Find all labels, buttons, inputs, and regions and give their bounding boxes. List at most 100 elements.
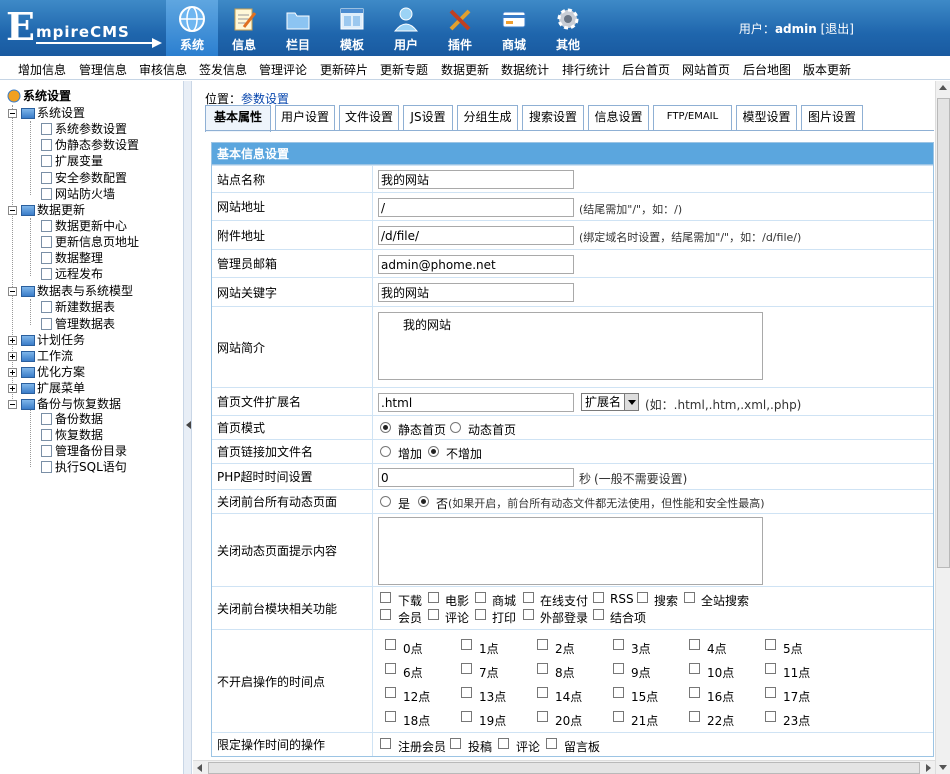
- expand-icon[interactable]: [8, 368, 17, 377]
- module-shop-checkbox[interactable]: [475, 592, 486, 603]
- sidebar-item-system-params[interactable]: 系统参数设置: [55, 121, 127, 137]
- site-name-input[interactable]: [378, 170, 574, 189]
- site-url-input[interactable]: [378, 198, 574, 217]
- sidebar-group-optimization[interactable]: 优化方案: [37, 364, 85, 380]
- sidebar-item-remote-publish[interactable]: 远程发布: [55, 266, 103, 282]
- module-rss-checkbox[interactable]: [593, 592, 604, 603]
- expand-icon[interactable]: [8, 352, 17, 361]
- tab-model[interactable]: 模型设置: [736, 105, 797, 131]
- sidebar-group-backup-restore[interactable]: 备份与恢复数据: [37, 396, 121, 412]
- menu-data-stats[interactable]: 数据统计: [501, 61, 549, 78]
- hour-10-checkbox[interactable]: [689, 663, 700, 674]
- hour-18-checkbox[interactable]: [385, 711, 396, 722]
- module-member-checkbox[interactable]: [380, 609, 391, 620]
- sidebar-item-update-page-url[interactable]: 更新信息页地址: [55, 234, 139, 250]
- nav-shop[interactable]: 商城: [488, 0, 540, 56]
- hour-12-checkbox[interactable]: [385, 687, 396, 698]
- collapse-icon[interactable]: [8, 287, 17, 296]
- module-print-checkbox[interactable]: [475, 609, 486, 620]
- scroll-thumb-h[interactable]: [208, 762, 920, 774]
- nav-other[interactable]: 其他: [542, 0, 594, 56]
- horizontal-scrollbar[interactable]: [193, 760, 935, 774]
- sidebar-item-ext-vars[interactable]: 扩展变量: [55, 153, 103, 169]
- sidebar-splitter[interactable]: [183, 81, 192, 774]
- hour-16-checkbox[interactable]: [689, 687, 700, 698]
- collapse-icon[interactable]: [8, 400, 17, 409]
- module-download-checkbox[interactable]: [380, 592, 391, 603]
- index-mode-dynamic-radio[interactable]: [450, 422, 461, 433]
- hour-8-checkbox[interactable]: [537, 663, 548, 674]
- sidebar-item-run-sql[interactable]: 执行SQL语句: [55, 459, 127, 475]
- tab-js[interactable]: JS设置: [403, 105, 453, 131]
- menu-site-home[interactable]: 网站首页: [682, 61, 730, 78]
- limit-submit-checkbox[interactable]: [450, 738, 461, 749]
- php-timeout-input[interactable]: [378, 468, 574, 487]
- limit-register-checkbox[interactable]: [380, 738, 391, 749]
- tab-image[interactable]: 图片设置: [801, 105, 863, 131]
- scroll-thumb[interactable]: [937, 98, 950, 568]
- sidebar-group-workflow[interactable]: 工作流: [37, 348, 73, 364]
- module-comment-checkbox[interactable]: [428, 609, 439, 620]
- scroll-down-icon[interactable]: [939, 765, 947, 770]
- hour-5-checkbox[interactable]: [765, 639, 776, 650]
- menu-ranking-stats[interactable]: 排行统计: [562, 61, 610, 78]
- module-movie-checkbox[interactable]: [428, 592, 439, 603]
- index-mode-static-radio[interactable]: [380, 422, 391, 433]
- expand-icon[interactable]: [8, 336, 17, 345]
- menu-data-update[interactable]: 数据更新: [441, 61, 489, 78]
- admin-email-input[interactable]: [378, 255, 574, 274]
- close-dynamic-yes-radio[interactable]: [380, 496, 391, 507]
- vertical-scrollbar[interactable]: [935, 81, 950, 774]
- menu-version-update[interactable]: 版本更新: [803, 61, 851, 78]
- empirecms-logo[interactable]: E mpireCMS: [6, 8, 162, 52]
- sidebar-group-data-update[interactable]: 数据更新: [37, 202, 85, 218]
- menu-review-info[interactable]: 审核信息: [139, 61, 187, 78]
- module-fullsearch-checkbox[interactable]: [684, 592, 695, 603]
- expand-icon[interactable]: [8, 384, 17, 393]
- index-ext-input[interactable]: [378, 393, 574, 412]
- nav-system[interactable]: 系统: [166, 0, 218, 56]
- tab-file[interactable]: 文件设置: [339, 105, 399, 131]
- intro-textarea[interactable]: 我的网站: [378, 312, 763, 380]
- collapse-icon[interactable]: [8, 109, 17, 118]
- menu-admin-map[interactable]: 后台地图: [743, 61, 791, 78]
- attach-url-input[interactable]: [378, 226, 574, 245]
- menu-admin-home[interactable]: 后台首页: [622, 61, 670, 78]
- keywords-input[interactable]: [378, 283, 574, 302]
- sidebar-item-rewrite-params[interactable]: 伪静态参数设置: [55, 137, 139, 153]
- sidebar-item-update-center[interactable]: 数据更新中心: [55, 218, 127, 234]
- nav-info[interactable]: 信息: [218, 0, 270, 56]
- hour-1-checkbox[interactable]: [461, 639, 472, 650]
- hour-2-checkbox[interactable]: [537, 639, 548, 650]
- hour-23-checkbox[interactable]: [765, 711, 776, 722]
- sidebar-item-manage-tables[interactable]: 管理数据表: [55, 316, 115, 332]
- hour-21-checkbox[interactable]: [613, 711, 624, 722]
- nav-plugin[interactable]: 插件: [434, 0, 486, 56]
- collapse-icon[interactable]: [8, 206, 17, 215]
- user-name[interactable]: admin: [775, 22, 817, 36]
- sidebar-group-scheduled-tasks[interactable]: 计划任务: [37, 332, 85, 348]
- hour-11-checkbox[interactable]: [765, 663, 776, 674]
- sidebar-item-new-table[interactable]: 新建数据表: [55, 299, 115, 315]
- hour-7-checkbox[interactable]: [461, 663, 472, 674]
- limit-comment-checkbox[interactable]: [498, 738, 509, 749]
- limit-guestbook-checkbox[interactable]: [546, 738, 557, 749]
- menu-sign-info[interactable]: 签发信息: [199, 61, 247, 78]
- nav-template[interactable]: 模板: [326, 0, 378, 56]
- module-extlogin-checkbox[interactable]: [523, 609, 534, 620]
- hour-13-checkbox[interactable]: [461, 687, 472, 698]
- hour-20-checkbox[interactable]: [537, 711, 548, 722]
- scroll-right-icon[interactable]: [926, 764, 931, 772]
- close-dynamic-no-radio[interactable]: [418, 496, 429, 507]
- scroll-left-icon[interactable]: [197, 764, 202, 772]
- breadcrumb-link[interactable]: 参数设置: [241, 92, 289, 106]
- hour-15-checkbox[interactable]: [613, 687, 624, 698]
- sidebar-item-firewall[interactable]: 网站防火墙: [55, 186, 115, 202]
- menu-manage-info[interactable]: 管理信息: [79, 61, 127, 78]
- module-search-checkbox[interactable]: [637, 592, 648, 603]
- hour-19-checkbox[interactable]: [461, 711, 472, 722]
- hour-0-checkbox[interactable]: [385, 639, 396, 650]
- sidebar-group-system-settings[interactable]: 系统设置: [37, 105, 85, 121]
- module-pay-checkbox[interactable]: [523, 592, 534, 603]
- hour-6-checkbox[interactable]: [385, 663, 396, 674]
